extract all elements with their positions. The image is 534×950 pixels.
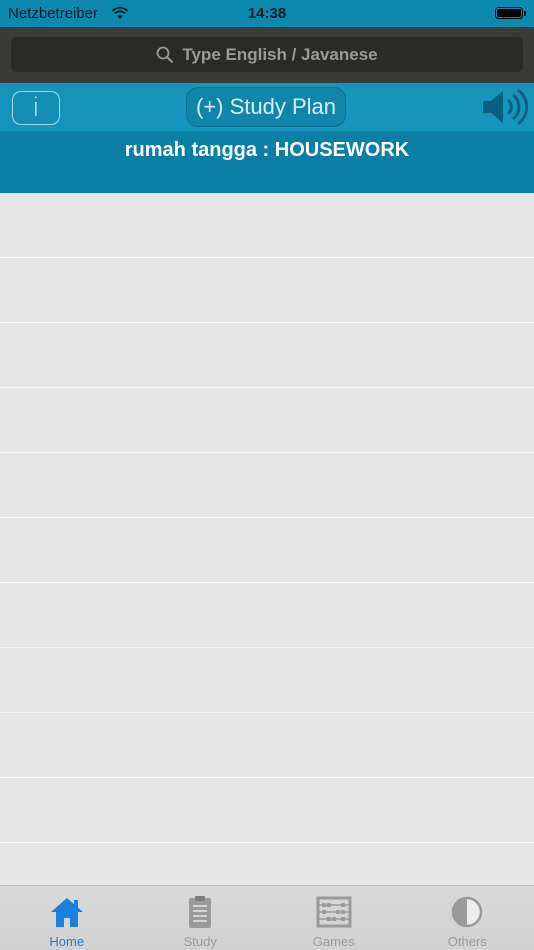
half-circle-icon — [452, 896, 483, 928]
word-list[interactable] — [0, 193, 534, 908]
tab-home-label: Home — [49, 934, 85, 949]
abacus-icon — [316, 896, 352, 928]
search-icon — [156, 46, 174, 63]
clock: 14:38 — [247, 5, 287, 22]
info-button[interactable]: i — [12, 91, 60, 125]
tab-study[interactable]: Study — [134, 886, 268, 950]
status-bar: Netzbetreiber 14:38 — [0, 0, 534, 27]
list-item[interactable] — [0, 518, 534, 583]
list-item[interactable] — [0, 388, 534, 453]
tab-others[interactable]: Others — [401, 886, 534, 950]
list-item[interactable] — [0, 258, 534, 323]
list-item[interactable] — [0, 778, 534, 843]
search-input[interactable]: Type English / Javanese — [11, 37, 523, 72]
tab-games-label: Games — [312, 934, 355, 949]
study-plan-button[interactable]: (+) Study Plan — [186, 87, 346, 127]
page-title: rumah tangga : HOUSEWORK — [124, 139, 410, 161]
search-placeholder: Type English / Javanese — [182, 44, 378, 64]
tab-bar: Home Study Games Others — [0, 885, 534, 950]
speaker-icon[interactable] — [481, 89, 529, 125]
battery-icon — [495, 7, 526, 19]
tab-games[interactable]: Games — [267, 886, 401, 950]
tab-others-label: Others — [447, 934, 487, 949]
list-item[interactable] — [0, 453, 534, 518]
category-header: rumah tangga : HOUSEWORK — [0, 131, 534, 193]
list-item[interactable] — [0, 323, 534, 388]
list-item[interactable] — [0, 583, 534, 648]
list-item[interactable] — [0, 193, 534, 258]
clipboard-icon — [189, 896, 212, 928]
list-item[interactable] — [0, 648, 534, 713]
tab-home[interactable]: Home — [0, 886, 134, 950]
info-button-label: i — [32, 93, 40, 123]
study-plan-label: (+) Study Plan — [195, 94, 336, 119]
tab-study-label: Study — [183, 934, 217, 949]
home-icon — [50, 898, 83, 927]
list-item[interactable] — [0, 713, 534, 778]
search-area: Type English / Javanese — [0, 27, 534, 83]
toolbar: i (+) Study Plan — [0, 83, 534, 131]
